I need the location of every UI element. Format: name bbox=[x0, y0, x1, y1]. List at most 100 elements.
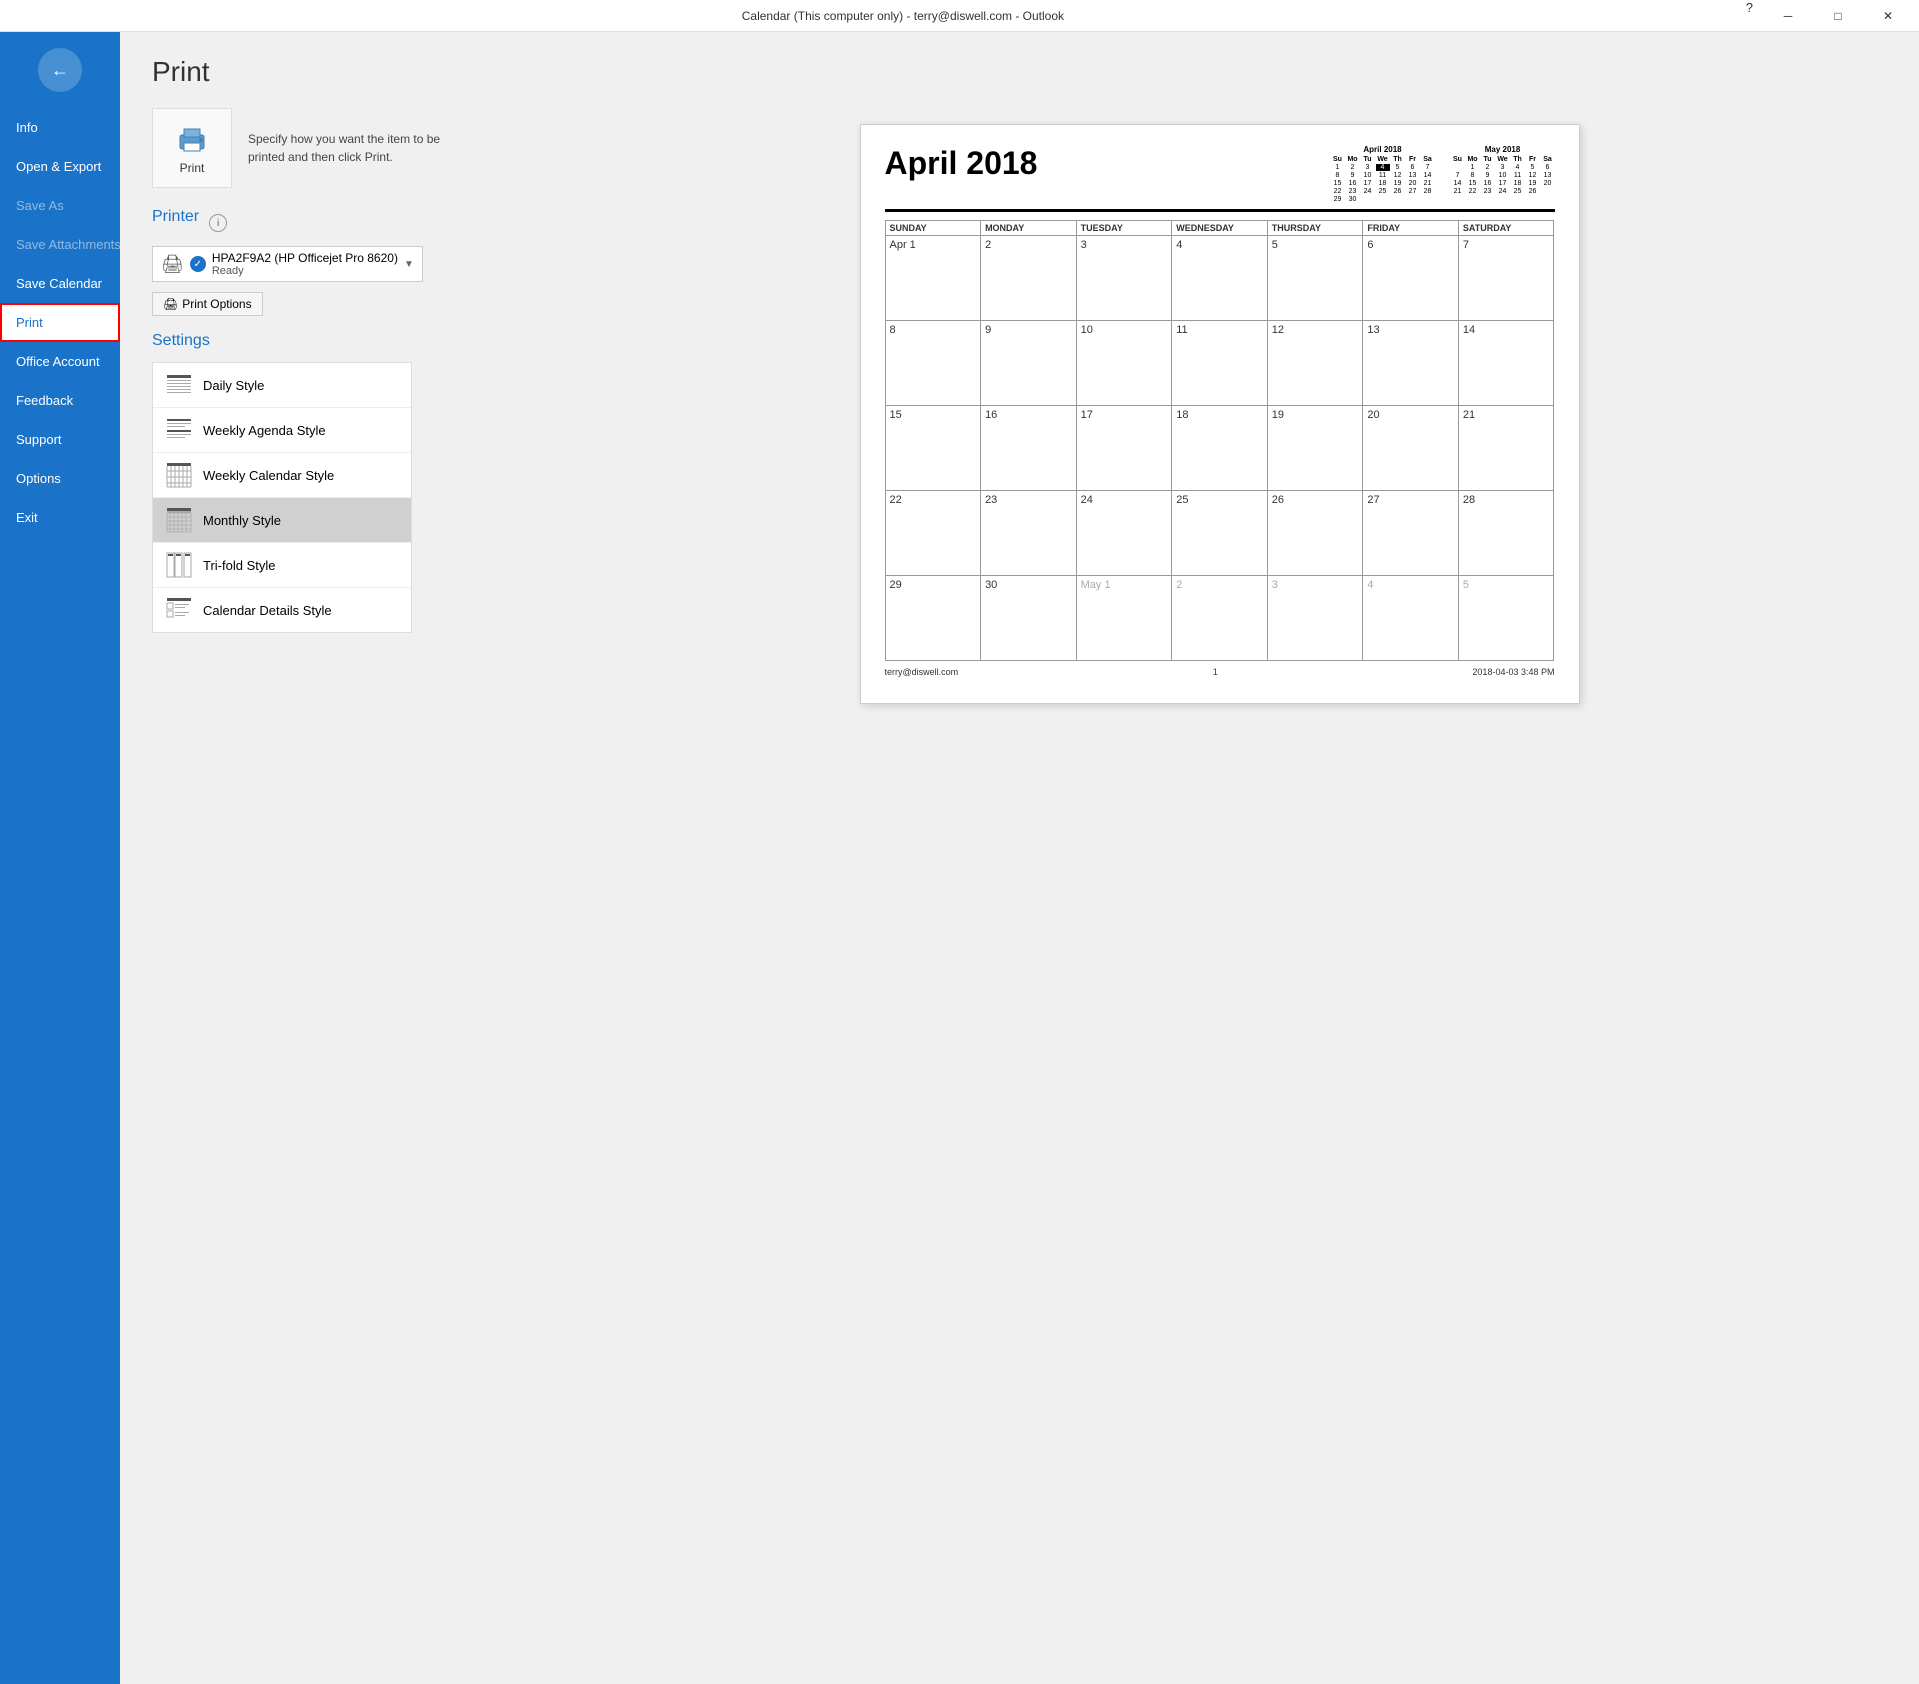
cal-cell-2-5: 20 bbox=[1363, 406, 1459, 491]
weekly-calendar-style-icon bbox=[165, 461, 193, 489]
sidebar-item-open-export[interactable]: Open & Export bbox=[0, 147, 120, 186]
sidebar-item-save-calendar[interactable]: Save Calendar bbox=[0, 264, 120, 303]
cal-cell-num-3-5: 27 bbox=[1367, 494, 1379, 506]
cal-cell-num-4-4: 3 bbox=[1272, 579, 1278, 591]
cal-cell-num-2-1: 16 bbox=[985, 409, 997, 421]
print-button[interactable]: Print bbox=[152, 108, 232, 188]
cal-cell-0-5: 6 bbox=[1363, 236, 1459, 321]
monthly-style-icon bbox=[165, 506, 193, 534]
sidebar-item-support[interactable]: Support bbox=[0, 420, 120, 459]
sidebar-item-save-as: Save As bbox=[0, 186, 120, 225]
settings-item-label-daily: Daily Style bbox=[203, 378, 264, 393]
cal-days-header: SUNDAYMONDAYTUESDAYWEDNESDAYTHURSDAYFRID… bbox=[885, 220, 1555, 236]
close-button[interactable]: ✕ bbox=[1865, 0, 1911, 32]
cal-cell-num-2-0: 15 bbox=[890, 409, 902, 421]
cal-cell-num-0-5: 6 bbox=[1367, 239, 1373, 251]
cal-cell-num-1-2: 10 bbox=[1081, 324, 1093, 336]
cal-cell-num-4-3: 2 bbox=[1176, 579, 1182, 591]
printer-section-title: Printer bbox=[152, 208, 199, 226]
printer-info-icon[interactable]: i bbox=[209, 214, 227, 232]
printer-status: Ready bbox=[212, 265, 398, 277]
sidebar-item-feedback[interactable]: Feedback bbox=[0, 381, 120, 420]
cal-cell-num-3-3: 25 bbox=[1176, 494, 1188, 506]
maximize-button[interactable]: □ bbox=[1815, 0, 1861, 32]
printer-select[interactable]: 🖨 ✓ HPA2F9A2 (HP Officejet Pro 8620) Rea… bbox=[152, 246, 423, 282]
settings-item-label-monthly: Monthly Style bbox=[203, 513, 281, 528]
window-title: Calendar (This computer only) - terry@di… bbox=[68, 9, 1738, 23]
help-button[interactable]: ? bbox=[1738, 0, 1761, 32]
cal-cell-num-4-6: 5 bbox=[1463, 579, 1469, 591]
cal-cell-1-0: 8 bbox=[886, 321, 982, 406]
sidebar-item-exit[interactable]: Exit bbox=[0, 498, 120, 537]
cal-cell-4-1: 30 bbox=[981, 576, 1077, 661]
print-options-icon: 🖨 bbox=[163, 297, 178, 311]
cal-cell-num-0-3: 4 bbox=[1176, 239, 1182, 251]
cal-cell-num-1-0: 8 bbox=[890, 324, 896, 336]
cal-footer: terry@diswell.com 1 2018-04-03 3:48 PM bbox=[885, 667, 1555, 677]
calendar-details-style-icon bbox=[165, 596, 193, 624]
mini-cal-may-grid: Su Mo Tu We Th Fr Sa 1 2 bbox=[1451, 156, 1555, 195]
mini-cal-may: May 2018 Su Mo Tu We Th Fr Sa bbox=[1451, 145, 1555, 203]
print-options-label: Print Options bbox=[182, 297, 251, 311]
settings-item-weekly-agenda[interactable]: Weekly Agenda Style bbox=[153, 408, 411, 453]
cal-cell-4-3: 2 bbox=[1172, 576, 1268, 661]
info-symbol: i bbox=[217, 218, 219, 229]
cal-cell-num-1-4: 12 bbox=[1272, 324, 1284, 336]
settings-item-monthly[interactable]: Monthly Style bbox=[153, 498, 411, 543]
back-button[interactable]: ← bbox=[38, 48, 82, 92]
cal-cell-3-4: 26 bbox=[1268, 491, 1364, 576]
cal-cell-2-0: 15 bbox=[886, 406, 982, 491]
main-content: Print Print Specify how yo bbox=[120, 32, 1919, 1684]
printer-info: HPA2F9A2 (HP Officejet Pro 8620) Ready bbox=[212, 251, 398, 277]
sidebar-item-office-account[interactable]: Office Account bbox=[0, 342, 120, 381]
settings-item-trifold[interactable]: Tri-fold Style bbox=[153, 543, 411, 588]
printer-device-icon: 🖨 bbox=[161, 254, 184, 275]
settings-item-weekly-calendar[interactable]: Weekly Calendar Style bbox=[153, 453, 411, 498]
print-icon-section: Print Specify how you want the item to b… bbox=[152, 108, 528, 188]
left-panel: Print Specify how you want the item to b… bbox=[152, 108, 552, 1660]
cal-cell-0-3: 4 bbox=[1172, 236, 1268, 321]
cal-cell-0-0: Apr 1 bbox=[886, 236, 982, 321]
print-options-button[interactable]: 🖨 Print Options bbox=[152, 292, 263, 316]
cal-cell-3-0: 22 bbox=[886, 491, 982, 576]
cal-cell-3-1: 23 bbox=[981, 491, 1077, 576]
cal-day-header-tuesday: TUESDAY bbox=[1077, 220, 1173, 236]
cal-cell-0-6: 7 bbox=[1459, 236, 1555, 321]
cal-cell-num-1-3: 11 bbox=[1176, 324, 1187, 336]
cal-cell-num-4-5: 4 bbox=[1367, 579, 1373, 591]
settings-item-daily[interactable]: Daily Style bbox=[153, 363, 411, 408]
settings-item-label-weekly-agenda: Weekly Agenda Style bbox=[203, 423, 326, 438]
app-layout: ← InfoOpen & ExportSave AsSave Attachmen… bbox=[0, 32, 1919, 1684]
sidebar-item-options[interactable]: Options bbox=[0, 459, 120, 498]
cal-cell-0-4: 5 bbox=[1268, 236, 1364, 321]
printer-name: HPA2F9A2 (HP Officejet Pro 8620) bbox=[212, 251, 398, 265]
window-controls: ? ─ □ ✕ bbox=[1738, 0, 1911, 32]
cal-cell-1-2: 10 bbox=[1077, 321, 1173, 406]
cal-cell-2-2: 17 bbox=[1077, 406, 1173, 491]
minimize-button[interactable]: ─ bbox=[1765, 0, 1811, 32]
print-label: Print bbox=[180, 161, 205, 175]
titlebar: Calendar (This computer only) - terry@di… bbox=[0, 0, 1919, 32]
calendar-page: April 2018 April 2018 Su Mo Tu We bbox=[860, 124, 1580, 704]
sidebar-item-info[interactable]: Info bbox=[0, 108, 120, 147]
cal-day-header-thursday: THURSDAY bbox=[1268, 220, 1364, 236]
mini-cal-april-title: April 2018 bbox=[1331, 145, 1435, 154]
printer-icon bbox=[174, 121, 210, 157]
cal-cell-num-3-4: 26 bbox=[1272, 494, 1284, 506]
sidebar: ← InfoOpen & ExportSave AsSave Attachmen… bbox=[0, 32, 120, 1684]
cal-cell-4-6: 5 bbox=[1459, 576, 1555, 661]
cal-cell-2-4: 19 bbox=[1268, 406, 1364, 491]
mini-calendars: April 2018 Su Mo Tu We Th Fr Sa 1 bbox=[1331, 145, 1555, 203]
cal-cell-num-3-1: 23 bbox=[985, 494, 997, 506]
cal-footer-center: 1 bbox=[1213, 667, 1218, 677]
cal-cell-num-4-2: May 1 bbox=[1081, 579, 1111, 591]
cal-grid: Apr 123456789101112131415161718192021222… bbox=[885, 236, 1555, 661]
cal-cell-num-0-1: 2 bbox=[985, 239, 991, 251]
sidebar-item-print[interactable]: Print bbox=[0, 303, 120, 342]
mini-cal-may-title: May 2018 bbox=[1451, 145, 1555, 154]
settings-section-title: Settings bbox=[152, 332, 528, 350]
cal-cell-num-3-2: 24 bbox=[1081, 494, 1093, 506]
cal-header: April 2018 April 2018 Su Mo Tu We bbox=[885, 145, 1555, 212]
back-icon: ← bbox=[51, 60, 69, 81]
settings-item-calendar-details[interactable]: Calendar Details Style bbox=[153, 588, 411, 632]
